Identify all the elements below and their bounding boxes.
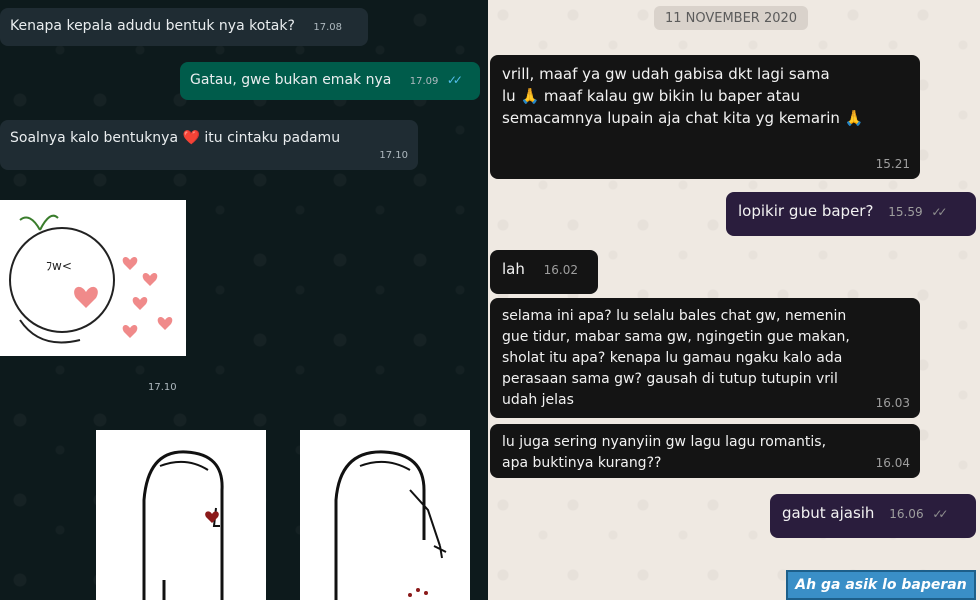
message-time: 16.02 [543, 263, 579, 277]
date-chip: 11 NOVEMBER 2020 [654, 6, 808, 30]
figure-heart-drawing [142, 450, 224, 600]
message-incoming[interactable]: lah 16.02 [490, 250, 598, 294]
heart-emoji-icon: ❤️ [182, 130, 200, 146]
blob-hearts-drawing: ﾌw< [9, 214, 173, 344]
read-ticks-icon: ✓✓ [931, 205, 947, 219]
message-time: 17.09 [409, 76, 439, 87]
sticker-figure-heart[interactable] [96, 430, 266, 600]
read-ticks-icon: ✓✓ [932, 507, 948, 521]
message-incoming[interactable]: selama ini apa? lu selalu bales chat gw,… [490, 298, 920, 418]
message-text: Kenapa kepala adudu bentuk nya kotak? [10, 18, 295, 34]
message-incoming[interactable]: vrill, maaf ya gw udah gabisa dkt lagi s… [490, 55, 920, 179]
message-text: lopikir gue baper? [738, 202, 874, 220]
message-text: Soalnya kalo bentuknya [10, 130, 179, 146]
message-incoming[interactable]: Soalnya kalo bentuknya ❤️ itu cintaku pa… [0, 120, 418, 170]
read-ticks-icon: ✓✓ [446, 73, 463, 87]
message-time: 16.04 [875, 456, 910, 470]
message-outgoing[interactable]: lopikir gue baper? 15.59 ✓✓ [726, 192, 976, 236]
message-time: 15.59 [888, 205, 923, 219]
sticker-time: 17.10 [148, 382, 177, 393]
message-time: 16.03 [875, 396, 910, 410]
message-line: semacamnya lupain aja chat kita yg kemar… [502, 109, 864, 127]
message-line: gue tidur, mabar sama gw, ngingetin gue … [502, 329, 850, 345]
message-outgoing[interactable]: Gatau, gwe bukan emak nya 17.09 ✓✓ [180, 62, 480, 100]
svg-text:ﾌw<: ﾌw< [46, 259, 72, 273]
message-time: 15.21 [875, 157, 910, 171]
meme-caption: Ah ga asik lo baperan [786, 570, 976, 600]
message-incoming[interactable]: Kenapa kepala adudu bentuk nya kotak? 17… [0, 8, 368, 46]
message-line: lu juga sering nyanyiin gw lagu lagu rom… [502, 434, 827, 450]
message-line: selama ini apa? lu selalu bales chat gw,… [502, 308, 847, 324]
message-incoming[interactable]: lu juga sering nyanyiin gw lagu lagu rom… [490, 424, 920, 478]
message-line: lu 🙏 maaf kalau gw bikin lu baper atau [502, 87, 801, 105]
left-chat-panel: Kenapa kepala adudu bentuk nya kotak? 17… [0, 0, 488, 600]
message-line: sholat itu apa? kenapa lu gamau ngaku ka… [502, 350, 843, 366]
sticker-figure-broken[interactable] [300, 430, 470, 600]
message-text: Gatau, gwe bukan emak nya [190, 72, 392, 88]
message-text: itu cintaku padamu [204, 130, 341, 146]
message-time: 17.10 [379, 150, 408, 161]
sticker-blob-hearts[interactable]: ﾌw< [0, 200, 186, 356]
message-outgoing[interactable]: gabut ajasih 16.06 ✓✓ [770, 494, 976, 538]
message-line: vrill, maaf ya gw udah gabisa dkt lagi s… [502, 65, 830, 83]
right-chat-panel: 11 NOVEMBER 2020 vrill, maaf ya gw udah … [488, 0, 980, 600]
message-text: gabut ajasih [782, 504, 875, 522]
message-line: perasaan sama gw? gausah di tutup tutupi… [502, 371, 838, 387]
message-line: apa buktinya kurang?? [502, 455, 662, 471]
figure-broken-drawing [334, 450, 447, 600]
message-text: lah [502, 260, 525, 278]
message-time: 16.06 [889, 507, 924, 521]
message-time: 17.08 [313, 22, 342, 33]
message-line: udah jelas [502, 392, 574, 408]
